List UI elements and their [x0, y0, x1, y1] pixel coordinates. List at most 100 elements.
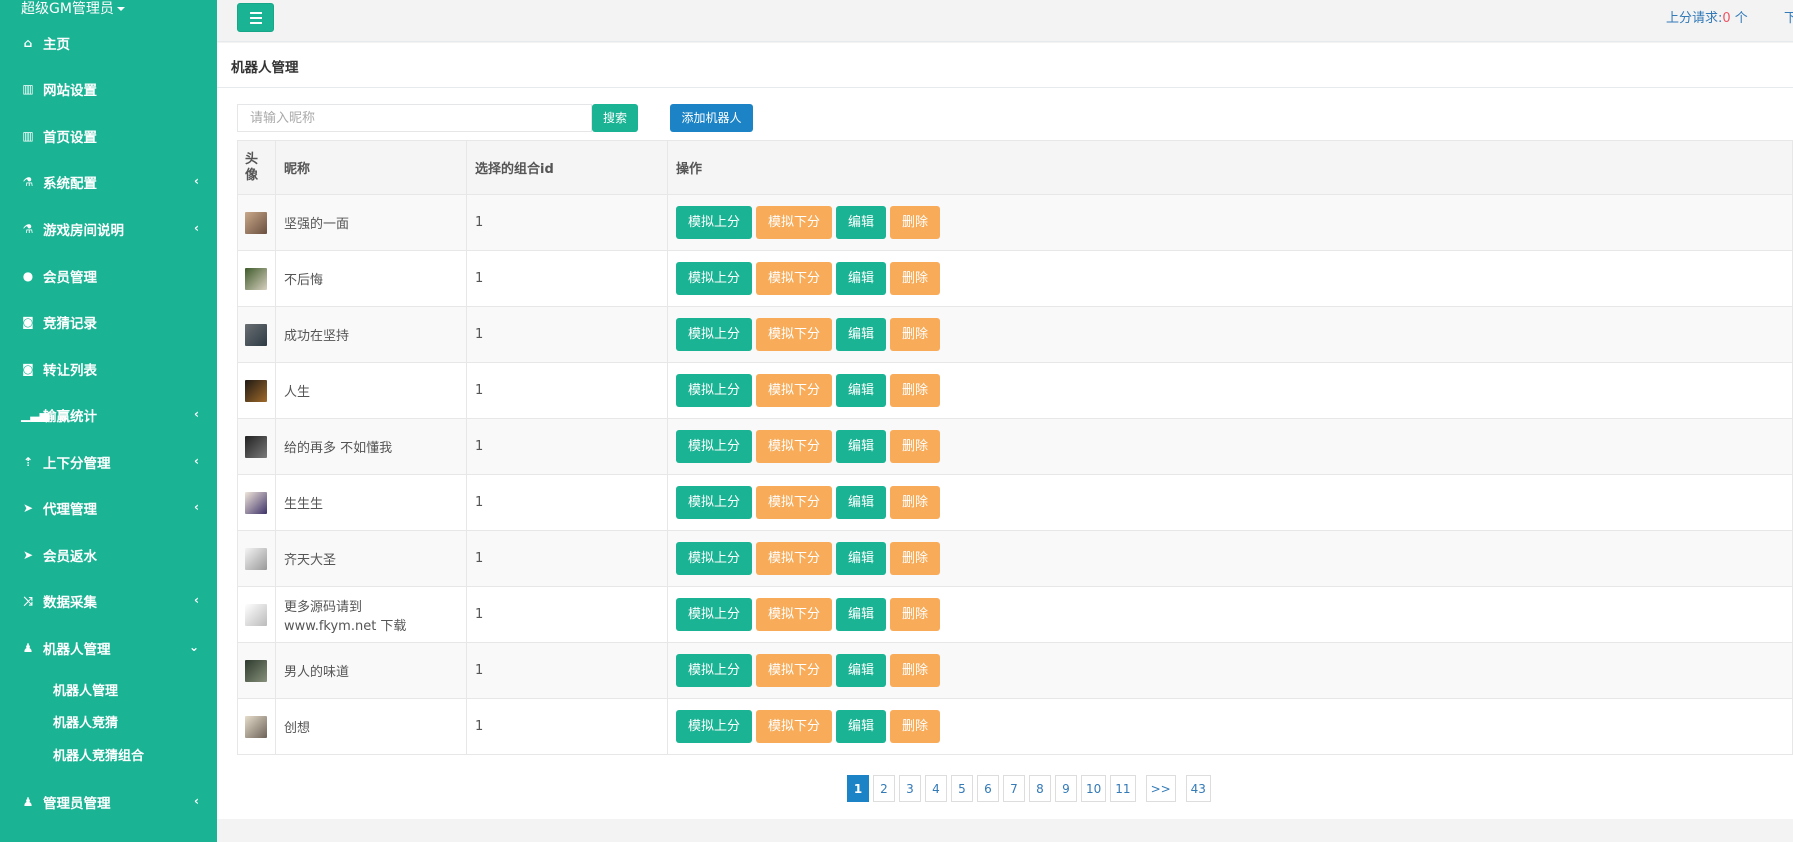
sidebar-item[interactable]: ⇡ 上下分管理 ‹: [0, 448, 217, 476]
sidebar-item[interactable]: ➤ 会员返水: [0, 541, 217, 569]
sidebar-subitem[interactable]: 机器人竞猜: [53, 712, 118, 731]
sidebar-subitem[interactable]: 机器人竞猜组合: [53, 745, 144, 764]
actions-cell: 模拟上分 模拟下分 编辑 删除: [667, 642, 1793, 699]
nickname-cell: 人生: [275, 362, 467, 419]
sidebar-item[interactable]: ⌂ 主页: [0, 29, 217, 57]
sidebar-item[interactable]: ⚗ 游戏房间说明 ‹: [0, 215, 217, 243]
simulate-recharge-button[interactable]: 模拟上分: [676, 430, 753, 463]
delete-button[interactable]: 删除: [890, 430, 941, 463]
simulate-withdraw-button[interactable]: 模拟下分: [756, 598, 833, 631]
simulate-withdraw-button[interactable]: 模拟下分: [756, 374, 833, 407]
simulate-recharge-button[interactable]: 模拟上分: [676, 318, 753, 351]
delete-button[interactable]: 删除: [890, 654, 941, 687]
delete-button[interactable]: 删除: [890, 710, 941, 743]
delete-button[interactable]: 删除: [890, 206, 941, 239]
edit-button[interactable]: 编辑: [836, 318, 887, 351]
edit-button[interactable]: 编辑: [836, 430, 887, 463]
page-link[interactable]: 2: [873, 775, 895, 802]
edit-button[interactable]: 编辑: [836, 262, 887, 295]
avatar: [245, 603, 267, 626]
next-page-link[interactable]: >>: [1145, 775, 1176, 802]
sidebar-item[interactable]: ♟ 机器人管理 ⌄: [0, 634, 217, 662]
edit-button[interactable]: 编辑: [836, 374, 887, 407]
page-link[interactable]: 9: [1055, 775, 1077, 802]
page-link[interactable]: 4: [925, 775, 947, 802]
group-id-cell: 1: [466, 362, 668, 419]
simulate-withdraw-button[interactable]: 模拟下分: [756, 262, 833, 295]
actions-cell: 模拟上分 模拟下分 编辑 删除: [667, 586, 1793, 643]
page-link[interactable]: 8: [1029, 775, 1051, 802]
nickname-cell: 男人的味道: [275, 642, 467, 699]
actions-cell: 模拟上分 模拟下分 编辑 删除: [667, 362, 1793, 419]
simulate-withdraw-button[interactable]: 模拟下分: [756, 430, 833, 463]
simulate-withdraw-button[interactable]: 模拟下分: [756, 486, 833, 519]
page-link[interactable]: 6: [977, 775, 999, 802]
edit-button[interactable]: 编辑: [836, 542, 887, 575]
table-row: 男人的味道 1 模拟上分 模拟下分 编辑 删除: [237, 642, 1793, 699]
delete-button[interactable]: 删除: [890, 542, 941, 575]
page-link[interactable]: 5: [951, 775, 973, 802]
sidebar-item[interactable]: ▥ 首页设置: [0, 122, 217, 150]
sidebar-item[interactable]: ◙ 竞猜记录: [0, 308, 217, 336]
edit-button[interactable]: 编辑: [836, 598, 887, 631]
sidebar-item[interactable]: ▁▃▅ 输赢统计 ‹: [0, 401, 217, 429]
avatar-cell: [237, 418, 276, 475]
avatar-cell: [237, 586, 276, 643]
simulate-recharge-button[interactable]: 模拟上分: [676, 262, 753, 295]
avatar-cell: [237, 194, 276, 251]
search-input[interactable]: [237, 104, 592, 132]
sidebar-item[interactable]: ♟ 管理员管理 ‹: [0, 788, 217, 816]
column-header-nickname: 昵称: [275, 140, 467, 195]
avatar: [245, 715, 267, 738]
user-menu[interactable]: 超级GM管理员: [21, 0, 125, 18]
page-link[interactable]: 11: [1110, 775, 1136, 802]
car-icon: ◙: [22, 362, 34, 376]
nickname-cell: 齐天大圣: [275, 530, 467, 587]
user-name: 超级GM管理员: [21, 1, 114, 17]
simulate-recharge-button[interactable]: 模拟上分: [676, 374, 753, 407]
sidebar-subitem[interactable]: 机器人管理: [53, 680, 118, 699]
simulate-withdraw-button[interactable]: 模拟下分: [756, 542, 833, 575]
simulate-recharge-button[interactable]: 模拟上分: [676, 542, 753, 575]
actions-cell: 模拟上分 模拟下分 编辑 删除: [667, 306, 1793, 363]
delete-button[interactable]: 删除: [890, 262, 941, 295]
sidebar-item-label: 转让列表: [43, 363, 97, 379]
sidebar-item[interactable]: ● 会员管理: [0, 262, 217, 290]
add-robot-button[interactable]: 添加机器人: [670, 104, 753, 132]
delete-button[interactable]: 删除: [890, 374, 941, 407]
recharge-request-link[interactable]: 上分请求:0 个: [1666, 7, 1748, 26]
simulate-withdraw-button[interactable]: 模拟下分: [756, 654, 833, 687]
table-row: 给的再多 不如懂我 1 模拟上分 模拟下分 编辑 删除: [237, 418, 1793, 475]
page-link[interactable]: 1: [847, 775, 869, 802]
simulate-recharge-button[interactable]: 模拟上分: [676, 654, 753, 687]
page-link[interactable]: 10: [1081, 775, 1107, 802]
simulate-recharge-button[interactable]: 模拟上分: [676, 710, 753, 743]
sidebar-item[interactable]: ◙ 转让列表: [0, 355, 217, 383]
edit-button[interactable]: 编辑: [836, 206, 887, 239]
page-link[interactable]: 3: [899, 775, 921, 802]
simulate-recharge-button[interactable]: 模拟上分: [676, 486, 753, 519]
last-page-link[interactable]: 43: [1185, 775, 1211, 802]
simulate-withdraw-button[interactable]: 模拟下分: [756, 206, 833, 239]
edit-button[interactable]: 编辑: [836, 486, 887, 519]
withdraw-request-link[interactable]: 下: [1784, 7, 1793, 26]
sidebar-item-label: 会员管理: [43, 270, 97, 286]
delete-button[interactable]: 删除: [890, 486, 941, 519]
sidebar-item[interactable]: ⤨ 数据采集 ‹: [0, 587, 217, 615]
page-link[interactable]: 7: [1003, 775, 1025, 802]
sidebar-item[interactable]: ➤ 代理管理 ‹: [0, 494, 217, 522]
hamburger-menu-button[interactable]: [237, 3, 274, 32]
avatar-cell: [237, 250, 276, 307]
simulate-recharge-button[interactable]: 模拟上分: [676, 598, 753, 631]
search-button[interactable]: 搜索: [592, 104, 638, 132]
simulate-withdraw-button[interactable]: 模拟下分: [756, 318, 833, 351]
simulate-recharge-button[interactable]: 模拟上分: [676, 206, 753, 239]
sidebar-item[interactable]: ⚗ 系统配置 ‹: [0, 168, 217, 196]
simulate-withdraw-button[interactable]: 模拟下分: [756, 710, 833, 743]
edit-button[interactable]: 编辑: [836, 710, 887, 743]
delete-button[interactable]: 删除: [890, 318, 941, 351]
edit-button[interactable]: 编辑: [836, 654, 887, 687]
avatar: [245, 323, 267, 346]
sidebar-item[interactable]: ▥ 网站设置: [0, 75, 217, 103]
delete-button[interactable]: 删除: [890, 598, 941, 631]
